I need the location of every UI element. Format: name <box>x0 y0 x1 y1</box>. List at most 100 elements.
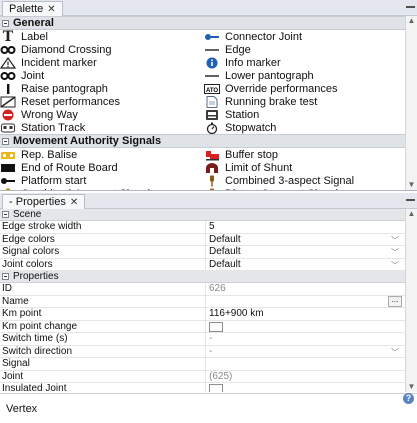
properties-tabbar: - Properties ✕ <box>0 193 417 209</box>
property-row: Insulated Joint <box>0 383 405 392</box>
property-value[interactable] <box>205 383 405 392</box>
palette-item[interactable]: Joint <box>0 69 204 82</box>
property-name: Signal colors <box>2 246 60 257</box>
palette-item-label: Incident marker <box>21 56 97 69</box>
property-name: Switch time (s) <box>2 333 68 344</box>
palette-item[interactable]: Edge <box>204 43 405 56</box>
balise-icon <box>0 149 16 161</box>
palette-category-header[interactable]: Movement Authority Signals <box>0 134 405 148</box>
property-value-text: 5 <box>209 221 215 232</box>
chevron-down-icon[interactable]: ﹀ <box>391 247 399 258</box>
palette-item[interactable]: Diamond Crossing <box>0 43 204 56</box>
palette-item-label: Override performances <box>225 82 338 95</box>
collapse-icon[interactable] <box>2 19 9 27</box>
property-value[interactable] <box>205 320 405 332</box>
collapse-icon[interactable] <box>2 211 9 218</box>
palette-item[interactable]: Rep. Balise <box>0 148 204 161</box>
property-name: Edge colors <box>2 233 55 245</box>
station-icon <box>204 109 220 121</box>
scroll-up-icon[interactable]: ▲ <box>406 209 417 219</box>
palette-item[interactable]: Limit of Shunt <box>204 161 405 174</box>
palette-item[interactable]: Stopwatch <box>204 121 405 134</box>
property-value[interactable]: Default ﹀ <box>205 233 405 246</box>
properties-scrollbar[interactable]: ▲ ▼ <box>405 209 417 392</box>
palette-item[interactable]: Combined 3-aspect Signal <box>204 174 405 187</box>
property-value-text: 626 <box>209 283 226 294</box>
signal-combined-4-icon <box>0 188 16 190</box>
property-value[interactable]: Default ﹀ <box>205 258 405 271</box>
property-value-text: (625) <box>209 370 233 382</box>
ato-override-icon: ATO <box>204 83 220 95</box>
palette-item[interactable]: Station <box>204 108 405 121</box>
collapse-icon[interactable] <box>2 137 9 145</box>
connector-joint-icon <box>204 31 220 43</box>
palette-item[interactable]: Lower pantograph <box>204 69 405 82</box>
scroll-down-icon[interactable]: ▼ <box>406 382 417 392</box>
raise-pantograph-icon <box>0 83 16 95</box>
palette-item[interactable]: Reset performances <box>0 95 204 108</box>
property-value[interactable]: 116+900 km <box>205 308 405 320</box>
palette-item[interactable]: Incident marker <box>0 56 204 69</box>
property-section-header[interactable]: Properties <box>0 271 405 283</box>
property-row: Edge colors Default ﹀ <box>0 233 405 246</box>
chevron-down-icon[interactable]: ﹀ <box>391 235 399 246</box>
checkbox[interactable] <box>209 321 223 332</box>
chevron-down-icon: ﹀ <box>391 347 399 357</box>
chevron-down-icon[interactable]: ﹀ <box>391 260 399 271</box>
palette-item-label: Platform start <box>21 174 87 187</box>
property-row: Name... <box>0 295 405 308</box>
property-value[interactable]: - ﹀ <box>205 345 405 357</box>
palette-item[interactable]: Buffer stop <box>204 148 405 161</box>
help-icon[interactable]: ? <box>403 393 414 404</box>
close-icon[interactable]: ✕ <box>70 197 78 208</box>
palette-item[interactable]: T Label <box>0 30 204 43</box>
palette-scrollbar[interactable]: ▲ ▼ <box>405 16 417 190</box>
properties-tab[interactable]: - Properties ✕ <box>2 194 86 209</box>
property-value-text: Default <box>209 233 241 245</box>
palette-category-header[interactable]: General <box>0 16 405 30</box>
palette-item-label: Station Track <box>21 121 86 134</box>
property-value[interactable]: ... <box>205 295 405 307</box>
palette-item[interactable]: Wrong Way <box>0 108 204 121</box>
close-icon[interactable]: ✕ <box>47 4 55 15</box>
property-section-header[interactable]: Scene <box>0 209 405 221</box>
palette-tab[interactable]: Palette ✕ <box>2 1 63 16</box>
palette-item-label: Lower pantograph <box>225 69 314 82</box>
palette-item[interactable]: Running brake test <box>204 95 405 108</box>
palette-item[interactable]: ATO Override performances <box>204 82 405 95</box>
property-name: Insulated Joint <box>2 383 67 392</box>
property-value[interactable]: 5 <box>205 221 405 233</box>
property-value[interactable] <box>205 358 405 370</box>
palette-item[interactable]: Station Track <box>0 121 204 134</box>
collapse-icon[interactable] <box>2 273 9 280</box>
palette-item[interactable]: Combined 4-aspect Signal <box>0 187 204 190</box>
palette-item[interactable]: Connector Joint <box>204 30 405 43</box>
palette-item[interactable]: Platform start <box>0 174 204 187</box>
route-board-icon <box>0 162 16 174</box>
scroll-down-icon[interactable]: ▼ <box>406 180 417 190</box>
palette-item[interactable]: Info marker <box>204 56 405 69</box>
palette-item-label: Label <box>21 30 48 43</box>
property-row: Signal colors Default ﹀ <box>0 246 405 259</box>
ellipsis-button[interactable]: ... <box>388 295 402 307</box>
palette-item[interactable]: End of Route Board <box>0 161 204 174</box>
palette-item-label: Wrong Way <box>21 108 78 121</box>
palette-item-label: Reset performances <box>21 95 121 108</box>
property-name: Km point <box>2 308 42 319</box>
property-row: Switch direction - ﹀ <box>0 345 405 358</box>
platform-start-icon <box>0 175 16 187</box>
property-value: (625) <box>205 370 405 382</box>
minimize-icon[interactable] <box>406 6 415 8</box>
checkbox[interactable] <box>209 384 223 392</box>
category-label: General <box>13 17 54 29</box>
buffer-stop-icon <box>204 149 220 161</box>
palette-item-label: End of Route Board <box>21 161 118 174</box>
property-value-text: - <box>209 345 213 357</box>
minimize-icon[interactable] <box>406 199 415 201</box>
property-value: 626 <box>205 283 405 295</box>
property-value[interactable]: Default ﹀ <box>205 246 405 258</box>
palette-item[interactable]: Distant 2-aspect Signal <box>204 187 405 190</box>
palette-item-label: Joint <box>21 69 45 82</box>
palette-item[interactable]: Raise pantograph <box>0 82 204 95</box>
scroll-up-icon[interactable]: ▲ <box>406 16 417 26</box>
